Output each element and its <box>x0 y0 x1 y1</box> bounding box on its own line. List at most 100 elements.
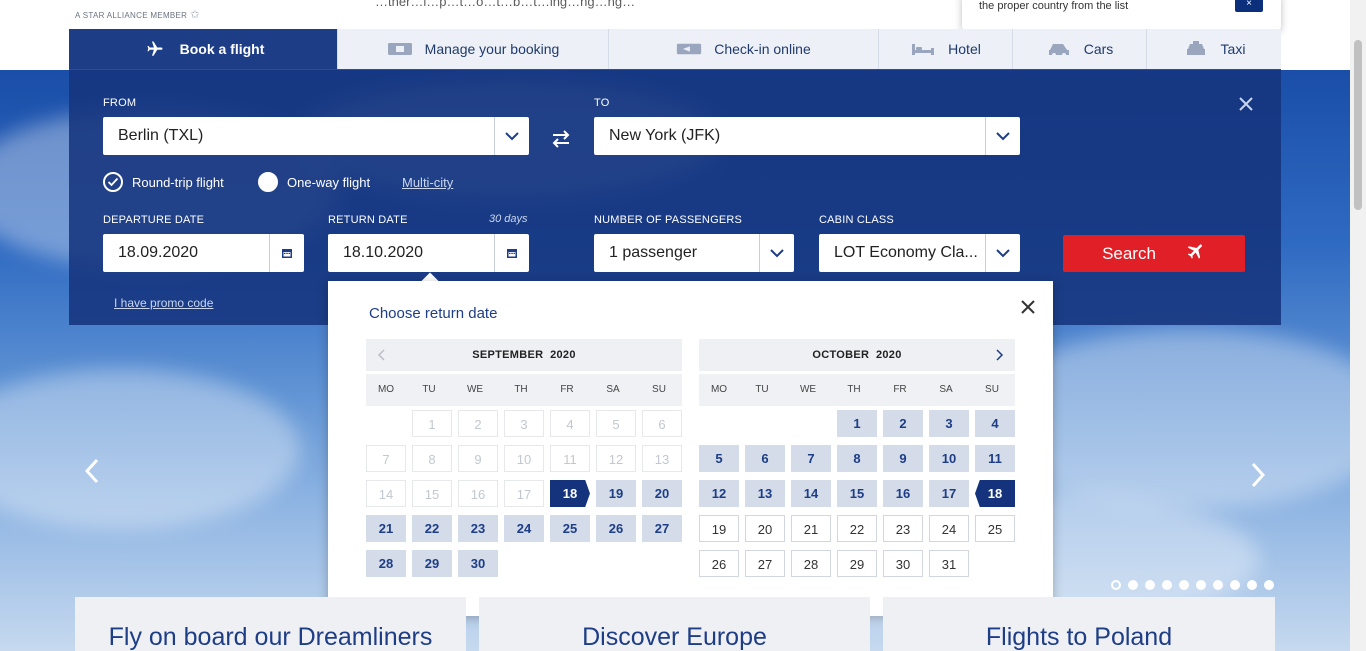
promo-card[interactable]: Discover Europe <box>479 597 870 651</box>
swap-icon[interactable] <box>549 127 573 151</box>
calendar-day[interactable]: 28 <box>791 550 831 577</box>
calendar-day[interactable]: 26 <box>699 550 739 577</box>
multi-city-link[interactable]: Multi-city <box>402 175 453 190</box>
chevron-down-icon[interactable] <box>494 117 529 155</box>
round-trip-radio[interactable]: Round-trip flight <box>103 172 224 192</box>
country-popup: the proper country from the list × <box>962 0 1281 30</box>
chevron-right-icon[interactable] <box>1248 461 1272 491</box>
one-way-radio[interactable]: One-way flight <box>258 172 370 192</box>
calendar-day[interactable]: 15 <box>837 480 877 507</box>
calendar-day[interactable]: 8 <box>837 445 877 472</box>
calendar-day[interactable]: 20 <box>745 515 785 542</box>
from-field[interactable]: Berlin (TXL) <box>103 117 529 155</box>
month-name: SEPTEMBER <box>472 349 544 361</box>
calendar-day[interactable]: 10 <box>929 445 969 472</box>
country-popup-button[interactable]: × <box>1235 0 1263 12</box>
calendar-day[interactable]: 9 <box>883 445 923 472</box>
calendar-day: 1 <box>412 410 452 437</box>
carousel-dot[interactable] <box>1128 580 1138 590</box>
weekday-label: WE <box>799 384 817 395</box>
carousel-dot[interactable] <box>1213 580 1223 590</box>
departure-date-field[interactable]: 18.09.2020 <box>103 234 304 272</box>
calendar-day[interactable]: 18 <box>550 480 590 507</box>
calendar-day[interactable]: 29 <box>837 550 877 577</box>
calendar-day[interactable]: 29 <box>412 550 452 577</box>
carousel-dot[interactable] <box>1264 580 1274 590</box>
carousel-dot[interactable] <box>1247 580 1257 590</box>
calendar-day: 14 <box>366 480 406 507</box>
carousel-dot[interactable] <box>1111 580 1121 590</box>
calendar-day[interactable]: 27 <box>642 515 682 542</box>
calendar-day[interactable]: 13 <box>745 480 785 507</box>
calendar-day[interactable]: 1 <box>837 410 877 437</box>
calendar-day[interactable]: 31 <box>929 550 969 577</box>
tab-hotel[interactable]: Hotel <box>879 29 1013 69</box>
calendar-day[interactable]: 30 <box>458 550 498 577</box>
promo-card[interactable]: Fly on board our Dreamliners <box>75 597 466 651</box>
cabin-field[interactable]: LOT Economy Cla... <box>819 234 1020 272</box>
promo-card[interactable]: Flights to Poland <box>883 597 1275 651</box>
scrollbar-thumb[interactable] <box>1354 40 1362 210</box>
page-scrollbar[interactable] <box>1350 0 1366 651</box>
carousel-dot[interactable] <box>1230 580 1240 590</box>
tab-manage-booking[interactable]: Manage your booking <box>338 29 609 69</box>
calendar-day[interactable]: 22 <box>837 515 877 542</box>
calendar-day[interactable]: 23 <box>458 515 498 542</box>
calendar-day[interactable]: 4 <box>975 410 1015 437</box>
carousel-dot[interactable] <box>1196 580 1206 590</box>
calendar-day[interactable]: 17 <box>929 480 969 507</box>
calendar-day[interactable]: 7 <box>791 445 831 472</box>
calendar-day[interactable]: 23 <box>883 515 923 542</box>
calendar-day[interactable]: 28 <box>366 550 406 577</box>
tab-taxi[interactable]: Taxi <box>1147 29 1281 69</box>
calendar-day[interactable]: 21 <box>791 515 831 542</box>
calendar-day[interactable]: 14 <box>791 480 831 507</box>
return-date-field[interactable]: 18.10.2020 <box>328 234 529 272</box>
carousel-dot[interactable] <box>1145 580 1155 590</box>
chevron-down-icon[interactable] <box>985 117 1020 155</box>
calendar-day[interactable]: 30 <box>883 550 923 577</box>
tab-book-flight[interactable]: Book a flight <box>69 29 338 69</box>
carousel-dot[interactable] <box>1162 580 1172 590</box>
chevron-left-icon[interactable] <box>370 339 394 371</box>
promo-code-link[interactable]: I have promo code <box>114 296 213 310</box>
tab-check-in[interactable]: Check-in online <box>609 29 879 69</box>
passengers-field[interactable]: 1 passenger <box>594 234 794 272</box>
calendar-day[interactable]: 5 <box>699 445 739 472</box>
calendar-day[interactable]: 26 <box>596 515 636 542</box>
calendar-day[interactable]: 3 <box>929 410 969 437</box>
car-icon <box>1046 41 1072 57</box>
close-icon[interactable] <box>1237 95 1257 115</box>
calendar-day[interactable]: 19 <box>699 515 739 542</box>
to-field[interactable]: New York (JFK) <box>594 117 1020 155</box>
chevron-right-icon[interactable] <box>987 339 1011 371</box>
calendar-day[interactable]: 24 <box>929 515 969 542</box>
calendar-day[interactable]: 24 <box>504 515 544 542</box>
tab-label: Book a flight <box>179 41 265 57</box>
tab-cars[interactable]: Cars <box>1013 29 1147 69</box>
weekday-row: MO TU WE TH FR SA SU <box>699 374 1015 406</box>
calendar-day[interactable]: 12 <box>699 480 739 507</box>
radio-icon <box>258 172 278 192</box>
calendar-icon[interactable] <box>494 234 529 272</box>
chevron-down-icon[interactable] <box>985 234 1020 272</box>
calendar-day[interactable]: 16 <box>883 480 923 507</box>
calendar-day[interactable]: 11 <box>975 445 1015 472</box>
calendar-day[interactable]: 19 <box>596 480 636 507</box>
calendar-day[interactable]: 20 <box>642 480 682 507</box>
calendar-day[interactable]: 22 <box>412 515 452 542</box>
calendar-day[interactable]: 25 <box>975 515 1015 542</box>
calendar-day[interactable]: 21 <box>366 515 406 542</box>
calendar-day[interactable]: 18 <box>975 480 1015 507</box>
weekday-label: SA <box>606 384 620 395</box>
close-icon[interactable] <box>1018 297 1038 317</box>
chevron-down-icon[interactable] <box>759 234 794 272</box>
calendar-day[interactable]: 2 <box>883 410 923 437</box>
search-button[interactable]: Search <box>1063 235 1245 272</box>
calendar-icon[interactable] <box>269 234 304 272</box>
calendar-day[interactable]: 6 <box>745 445 785 472</box>
calendar-day[interactable]: 27 <box>745 550 785 577</box>
chevron-left-icon[interactable] <box>82 457 106 487</box>
calendar-day[interactable]: 25 <box>550 515 590 542</box>
carousel-dot[interactable] <box>1179 580 1189 590</box>
